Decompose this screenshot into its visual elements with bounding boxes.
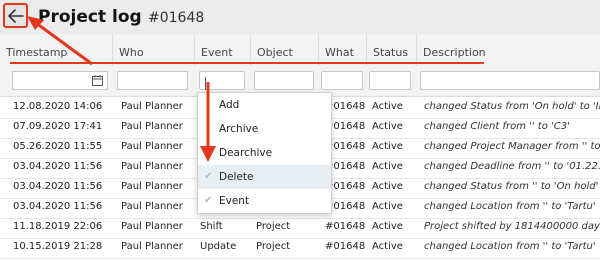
- cell-who: Paul Planner: [121, 121, 183, 132]
- cell-event: Update: [200, 241, 237, 252]
- cell-who: Paul Planner: [121, 241, 183, 252]
- description-filter-input[interactable]: [420, 71, 600, 90]
- title-bar: Project log #01648: [0, 0, 600, 34]
- cell-timestamp: 07.09.2020 17:41: [13, 121, 103, 132]
- cell-description: changed Status from 'On hold' to 'In p: [424, 101, 600, 112]
- cell-what: #01648: [325, 221, 366, 232]
- cell-object: Project: [256, 221, 291, 232]
- back-button[interactable]: [3, 3, 28, 28]
- cell-who: Paul Planner: [121, 141, 183, 152]
- cell-timestamp: 05.26.2020 11:55: [13, 141, 103, 152]
- timestamp-filter-input[interactable]: [12, 71, 108, 90]
- table-row[interactable]: 10.15.2019 21:28 Paul Planner Update Projec…: [0, 237, 600, 259]
- arrow-left-icon: [7, 8, 24, 23]
- event-option-archive[interactable]: Archive: [198, 117, 331, 141]
- cell-timestamp: 03.04.2020 11:56: [13, 181, 103, 192]
- calendar-icon[interactable]: [92, 75, 103, 86]
- cell-description: changed Location from '' to 'Tartu': [424, 241, 596, 252]
- table-row[interactable]: 11.18.2019 22:06 Paul Planner Shift Project…: [0, 217, 600, 239]
- cell-description: Project shifted by 1814400000 days: [424, 221, 600, 232]
- text-caret: [205, 77, 206, 90]
- event-option-add[interactable]: Add: [198, 93, 331, 117]
- event-option-label: Event: [219, 195, 250, 207]
- event-option-label: Archive: [219, 123, 259, 135]
- who-filter-input[interactable]: [117, 71, 188, 90]
- cell-status: Active: [372, 141, 403, 152]
- annotation-underline: [10, 62, 484, 64]
- event-option-label: Add: [219, 99, 240, 111]
- cell-description: changed Status from '' to 'On hold': [424, 181, 599, 192]
- page-title: Project log: [38, 7, 142, 27]
- cell-description: changed Location from '' to 'Tartu': [424, 201, 596, 212]
- checkmark-icon: ✔: [204, 195, 213, 206]
- record-id: #01648: [148, 10, 205, 26]
- cell-timestamp: 03.04.2020 11:56: [13, 201, 103, 212]
- cell-status: Active: [372, 181, 403, 192]
- cell-description: changed Client from '' to 'C3': [424, 121, 570, 132]
- cell-who: Paul Planner: [121, 101, 183, 112]
- event-option-event[interactable]: ✔ Event: [198, 189, 331, 213]
- cell-who: Paul Planner: [121, 181, 183, 192]
- cell-who: Paul Planner: [121, 201, 183, 212]
- cell-status: Active: [372, 121, 403, 132]
- cell-what: #01648: [325, 241, 366, 252]
- cell-status: Active: [372, 201, 403, 212]
- cell-timestamp: 10.15.2019 21:28: [13, 241, 103, 252]
- cell-object: Project: [256, 241, 291, 252]
- cell-status: Active: [372, 101, 403, 112]
- cell-description: changed Deadline from '' to '01.22.20: [424, 161, 600, 172]
- checkmark-icon: ✔: [204, 171, 213, 182]
- event-option-label: Delete: [219, 171, 254, 183]
- cell-who: Paul Planner: [121, 161, 183, 172]
- cell-description: changed Project Manager from '' to 'S: [424, 141, 600, 152]
- what-filter-input[interactable]: [321, 71, 363, 90]
- object-filter-input[interactable]: [254, 71, 314, 90]
- cell-status: Active: [372, 241, 403, 252]
- event-option-dearchive[interactable]: Dearchive: [198, 141, 331, 165]
- status-filter-input[interactable]: [369, 71, 411, 90]
- event-option-label: Dearchive: [219, 147, 273, 159]
- cell-status: Active: [372, 161, 403, 172]
- cell-status: Active: [372, 221, 403, 232]
- cell-timestamp: 11.18.2019 22:06: [13, 221, 103, 232]
- cell-timestamp: 03.04.2020 11:56: [13, 161, 103, 172]
- event-option-delete[interactable]: ✔ Delete: [198, 165, 331, 189]
- event-filter-dropdown: Add Archive Dearchive ✔ Delete ✔ Event: [197, 92, 332, 214]
- cell-who: Paul Planner: [121, 221, 183, 232]
- cell-event: Shift: [200, 221, 223, 232]
- cell-timestamp: 12.08.2020 14:06: [13, 101, 103, 112]
